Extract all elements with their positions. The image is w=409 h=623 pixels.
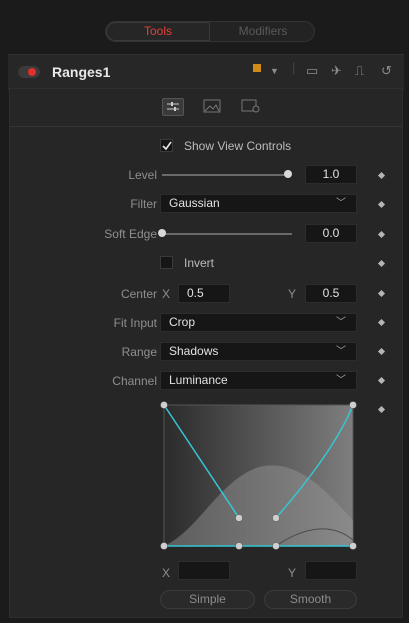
chevron-down-icon: ﹀ [336,198,346,209]
show-view-controls-label: Show View Controls [184,139,292,153]
channel-value: Luminance [169,373,228,387]
fit-input-dropdown[interactable]: Crop ﹀ [160,313,357,332]
image-tab-icon[interactable] [202,98,222,114]
curve-y-field[interactable] [305,561,357,580]
versions-icon[interactable]: ▭ [306,63,318,79]
center-x-field[interactable]: 0.5 [178,284,230,303]
show-view-controls-checkbox[interactable] [160,139,173,152]
curve-point[interactable] [235,542,243,550]
level-value-field[interactable]: 1.0 [305,165,357,184]
level-label: Level [128,168,157,182]
curve-x-field[interactable] [178,561,230,580]
curve-point[interactable] [272,542,280,550]
chevron-down-icon: ﹀ [336,317,346,328]
invert-checkbox[interactable] [160,256,173,269]
range-value: Shadows [169,344,219,358]
curve-x-label: X [162,566,171,580]
node-enable-toggle[interactable] [18,66,40,78]
center-x-label: X [162,287,171,301]
tab-modifiers[interactable]: Modifiers [211,22,315,41]
node-name[interactable]: Ranges1 [52,64,110,80]
center-label: Center [120,287,157,301]
settings-tab-icon[interactable] [240,98,260,114]
simple-button[interactable]: Simple [160,590,255,609]
curve-point[interactable] [160,542,168,550]
range-label: Range [121,345,157,359]
filter-label: Filter [130,197,157,211]
soft-edge-slider[interactable] [162,233,292,235]
fit-input-label: Fit Input [113,316,157,330]
curve-y-label: Y [288,566,297,580]
center-y-field[interactable]: 0.5 [305,284,357,303]
control-page-tabs [10,89,402,127]
tab-tools[interactable]: Tools [106,22,210,41]
tools-modifiers-tabbar: Tools Modifiers [105,21,315,42]
curve-point[interactable] [349,401,357,409]
soft-edge-label: Soft Edge [104,227,157,241]
node-header: Ranges1 ▼ | ▭ ✈ ⎍ ↺ [8,54,404,90]
inspector-panel: Tools Modifiers Ranges1 ▼ | ▭ ✈ ⎍ ↺ Show [0,0,409,623]
controls-tab-icon[interactable] [162,98,184,116]
soft-edge-value-field[interactable]: 0.0 [305,224,357,243]
channel-label: Channel [112,374,157,388]
chevron-down-icon[interactable]: ▼ [270,66,279,76]
channel-dropdown[interactable]: Luminance ﹀ [160,371,357,390]
lock-icon[interactable]: ⎍ [355,63,364,79]
pin-icon[interactable]: ✈ [331,63,342,79]
center-y-label: Y [288,287,297,301]
curve-point[interactable] [272,514,280,522]
curve-point[interactable] [160,401,168,409]
separator: | [292,60,296,75]
filter-dropdown[interactable]: Gaussian ﹀ [160,194,357,213]
node-color-swatch[interactable] [253,64,261,72]
reset-icon[interactable]: ↺ [381,63,392,79]
check-icon [162,141,172,151]
fit-input-value: Crop [169,315,196,329]
invert-label: Invert [184,256,215,270]
soft-edge-slider-knob[interactable] [158,229,166,237]
curve-point[interactable] [349,542,357,550]
chevron-down-icon: ﹀ [336,375,346,386]
range-dropdown[interactable]: Shadows ﹀ [160,342,357,361]
level-slider-knob[interactable] [284,170,292,178]
chevron-down-icon: ﹀ [336,346,346,357]
level-slider[interactable] [162,174,288,176]
filter-value: Gaussian [169,196,220,210]
smooth-button[interactable]: Smooth [264,590,357,609]
range-curve-graph[interactable] [159,400,359,552]
curve-point[interactable] [235,514,243,522]
toggle-dot [28,68,36,76]
